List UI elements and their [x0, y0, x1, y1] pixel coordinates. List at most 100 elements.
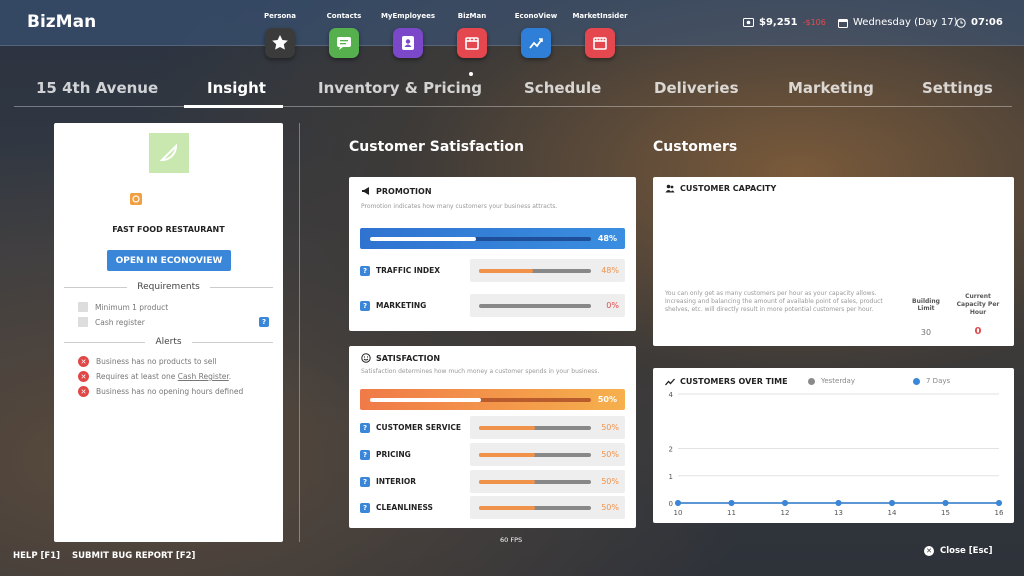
tab-address[interactable]: 15 4th Avenue — [36, 79, 158, 97]
customers-over-time-card: CUSTOMERS OVER TIME Yesterday 7 Days 012… — [653, 368, 1014, 523]
tab-divider — [14, 106, 1012, 107]
chat-icon — [337, 37, 351, 50]
app-marketinsider[interactable]: MarketInsider — [570, 12, 630, 58]
alert-text: Business has no products to sell — [96, 357, 217, 366]
help-icon[interactable]: ? — [360, 449, 370, 460]
marketing-value: 0% — [606, 301, 619, 310]
app-econoview[interactable]: EconoView — [506, 12, 566, 58]
data-point-7-days — [996, 500, 1002, 506]
satisfaction-section-title: Customer Satisfaction — [349, 139, 525, 155]
tab-marketing[interactable]: Marketing — [788, 79, 874, 97]
legend-7days: 7 Days — [913, 377, 950, 385]
tab-settings[interactable]: Settings — [922, 79, 993, 97]
app-icon-tile — [329, 28, 359, 58]
y-tick-label: 1 — [669, 473, 673, 481]
current-capacity-value: 0 — [974, 326, 982, 337]
promotion-card: PROMOTION Promotion indicates how many c… — [349, 177, 636, 331]
help-icon[interactable]: ? — [360, 502, 370, 513]
customer-service-label: CUSTOMER SERVICE — [376, 423, 461, 432]
interior-row: ? INTERIOR 50% — [360, 470, 625, 493]
bug-report-link[interactable]: SUBMIT BUG REPORT [F2] — [72, 551, 195, 561]
tab-deliveries[interactable]: Deliveries — [654, 79, 739, 97]
data-point-7-days — [782, 500, 788, 506]
requirements-header: Requirements — [54, 282, 283, 292]
cash-icon — [743, 18, 754, 27]
legend-yesterday: Yesterday — [808, 377, 855, 385]
app-label: Contacts — [326, 12, 362, 20]
requirement-checkbox — [78, 317, 88, 327]
users-icon — [665, 184, 675, 193]
satisfaction-description: Satisfaction determines how much money a… — [361, 368, 600, 375]
cash-register-link[interactable]: Cash Register — [178, 372, 229, 381]
customer-service-row: ? CUSTOMER SERVICE 50% — [360, 416, 625, 439]
customer-service-bar — [479, 426, 535, 430]
close-button[interactable]: ✕ Close [Esc] — [924, 546, 992, 556]
interior-bar — [479, 480, 535, 484]
help-icon[interactable]: ? — [360, 300, 370, 311]
app-icon-tile — [585, 28, 615, 58]
customers-over-time-title: CUSTOMERS OVER TIME — [665, 377, 788, 386]
promotion-description: Promotion indicates how many customers y… — [361, 203, 558, 210]
promotion-value: 48% — [597, 234, 617, 243]
market-icon — [593, 37, 607, 50]
satisfaction-bar-fill — [370, 397, 481, 402]
legend-7days-dot — [913, 377, 920, 385]
customer-service-value: 50% — [601, 423, 619, 432]
pizza-icon — [159, 143, 178, 162]
star-icon — [272, 35, 288, 50]
smiley-icon — [361, 353, 371, 363]
customers-chart: 012410 11 12 13 14 15 16 — [669, 391, 1004, 517]
app-label: MarketInsider — [572, 12, 628, 20]
fps-counter: 60 FPS — [500, 536, 523, 544]
app-bizman[interactable]: BizMan — [442, 12, 502, 76]
requirement-item: Cash register — [78, 317, 145, 327]
x-tick-label: 10 — [674, 509, 683, 517]
legend-yesterday-dot — [808, 377, 815, 385]
help-icon[interactable]: ? — [360, 265, 370, 276]
y-tick-label: 0 — [669, 500, 673, 508]
interior-label: INTERIOR — [376, 477, 417, 486]
calendar-icon — [838, 18, 848, 28]
satisfaction-title: SATISFACTION — [361, 353, 440, 363]
cleanliness-label: CLEANLINESS — [376, 503, 433, 512]
business-type: FAST FOOD RESTAURANT — [112, 225, 225, 234]
app-persona[interactable]: Persona — [250, 12, 310, 58]
app-label: MyEmployees — [380, 12, 436, 20]
requirement-checkbox — [78, 302, 88, 312]
satisfaction-value: 50% — [597, 395, 617, 404]
help-icon[interactable]: ? — [259, 317, 269, 327]
time-display: 07:06 — [956, 17, 1003, 28]
tab-inventory-pricing[interactable]: Inventory & Pricing — [318, 79, 482, 97]
customer-capacity-card: CUSTOMER CAPACITY You can only get as ma… — [653, 177, 1014, 346]
app-myemployees[interactable]: MyEmployees — [378, 12, 438, 58]
building-limit-value: 30 — [920, 328, 932, 337]
x-tick-label: 11 — [727, 509, 736, 517]
open-econoview-button[interactable]: OPEN IN ECONOVIEW — [107, 250, 231, 271]
satisfaction-bar: 50% — [360, 389, 625, 410]
help-icon[interactable]: ? — [360, 422, 370, 433]
help-icon[interactable]: ? — [360, 476, 370, 487]
app-icon-tile — [521, 28, 551, 58]
pricing-label: PRICING — [376, 450, 411, 459]
data-point-7-days — [675, 500, 681, 506]
data-point-7-days — [942, 500, 949, 506]
promotion-title: PROMOTION — [361, 186, 432, 196]
money-value: $9,251 — [759, 17, 798, 28]
tab-schedule[interactable]: Schedule — [524, 79, 601, 97]
pricing-row: ? PRICING 50% — [360, 443, 625, 466]
store-icon — [465, 37, 479, 50]
badge-icon — [402, 36, 414, 50]
app-contacts[interactable]: Contacts — [314, 12, 374, 58]
panel-separator — [299, 123, 300, 542]
alerts-title: Alerts — [155, 337, 182, 347]
x-tick-label: 14 — [888, 509, 897, 517]
data-point-7-days — [728, 500, 735, 506]
capacity-title: CUSTOMER CAPACITY — [665, 184, 776, 193]
data-point-7-days — [835, 500, 842, 506]
x-tick-label: 15 — [941, 509, 950, 517]
tab-insight[interactable]: Insight — [207, 79, 266, 97]
help-link[interactable]: HELP [F1] — [13, 551, 60, 561]
cleanliness-value: 50% — [601, 503, 619, 512]
cleanliness-row: ? CLEANLINESS 50% — [360, 496, 625, 519]
money-display: $9,251 -$106 — [743, 17, 826, 28]
